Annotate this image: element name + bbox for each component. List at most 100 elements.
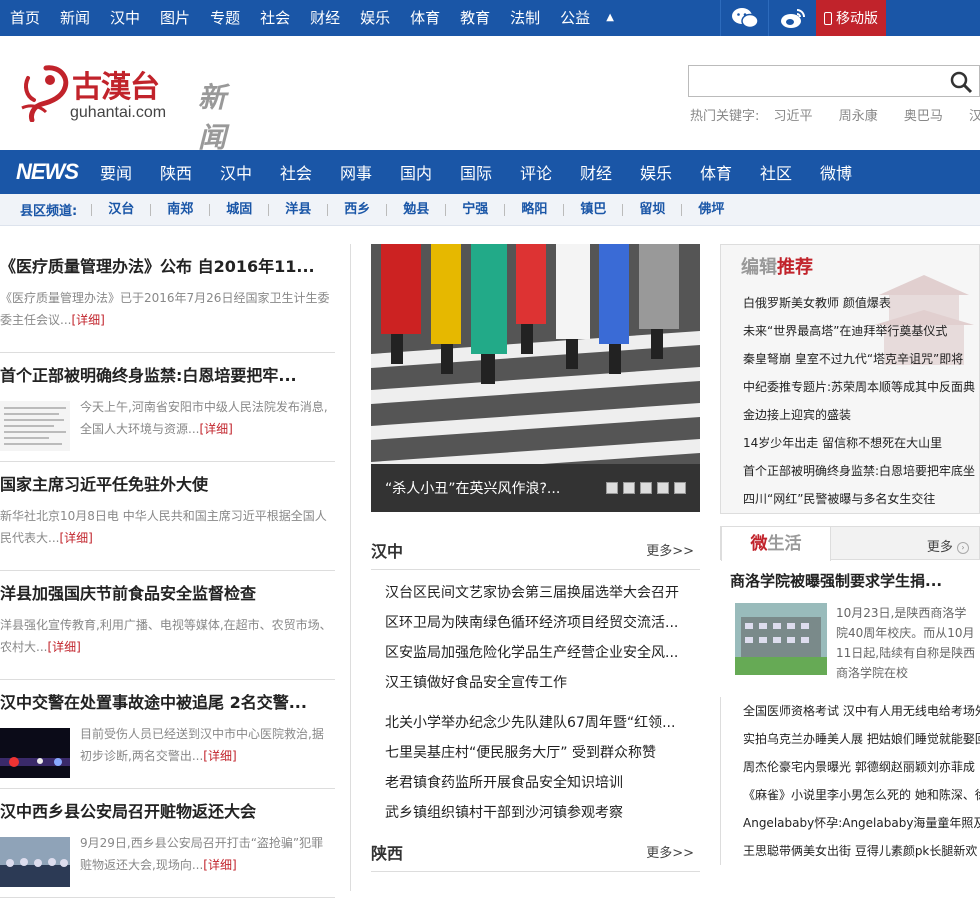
- more-link[interactable]: 更多>>: [646, 842, 694, 861]
- main-nav-item[interactable]: 社会: [266, 160, 326, 184]
- slide-dot[interactable]: [623, 482, 635, 494]
- main-nav-item[interactable]: 陕西: [146, 160, 206, 184]
- detail-link[interactable]: [详细]: [203, 858, 236, 872]
- article-thumbnail[interactable]: [0, 728, 70, 778]
- list-item[interactable]: 北关小学举办纪念少先队建队67周年暨“红领...: [385, 708, 700, 738]
- list-item[interactable]: 区安监局加强危险化学品生产经营企业安全风...: [385, 638, 700, 668]
- slideshow-caption[interactable]: “杀人小丑”在英兴风作浪?...: [371, 464, 700, 512]
- list-item[interactable]: 周杰伦豪宅内景曝光 郭德纲赵丽颖刘亦菲成: [743, 753, 980, 781]
- section-title[interactable]: 汉中: [371, 538, 403, 562]
- caret-up-icon[interactable]: ▲: [600, 0, 620, 36]
- top-nav-item[interactable]: 体育: [400, 0, 450, 36]
- list-item[interactable]: 中纪委推专题片:苏荣周本顺等成其中反面典: [743, 373, 975, 401]
- list-item[interactable]: 14岁少年出走 留信称不想死在大山里: [743, 429, 975, 457]
- county-nav-item[interactable]: 镇巴: [563, 203, 622, 216]
- list-item[interactable]: 《麻雀》小说里李小男怎么死的 她和陈深、徐: [743, 781, 980, 809]
- slide-dot[interactable]: [606, 482, 618, 494]
- county-nav-item[interactable]: 略阳: [504, 203, 563, 216]
- list-item[interactable]: 实拍乌克兰办睡美人展 把姑娘们睡觉就能娶回: [743, 725, 980, 753]
- top-nav-item[interactable]: 专题: [200, 0, 250, 36]
- slide-dot[interactable]: [640, 482, 652, 494]
- list-item[interactable]: 白俄罗斯美女教师 颜值爆表: [743, 289, 975, 317]
- article-title[interactable]: 洋县加强国庆节前食品安全监督检查: [0, 583, 335, 605]
- main-nav-item[interactable]: 财经: [566, 160, 626, 184]
- hot-keyword[interactable]: 习近平: [774, 109, 813, 124]
- micro-life-tab[interactable]: 微生活: [721, 526, 831, 561]
- search-icon[interactable]: [949, 70, 973, 94]
- main-nav-item[interactable]: 娱乐: [626, 160, 686, 184]
- county-nav-item[interactable]: 洋县: [268, 203, 327, 216]
- top-nav-item[interactable]: 社会: [250, 0, 300, 36]
- list-item[interactable]: Angelababy怀孕:Angelababy海量童年照及少: [743, 809, 980, 837]
- top-nav-item[interactable]: 首页: [0, 0, 50, 36]
- section-title[interactable]: 陕西: [371, 840, 403, 864]
- county-nav-item[interactable]: 佛坪: [681, 203, 740, 216]
- county-nav-item[interactable]: 汉台: [91, 203, 150, 216]
- main-nav-item[interactable]: 汉中: [206, 160, 266, 184]
- top-nav-item[interactable]: 图片: [150, 0, 200, 36]
- main-nav-item[interactable]: 社区: [746, 160, 806, 184]
- hot-keyword[interactable]: 汉台: [969, 109, 980, 124]
- mobile-version-button[interactable]: 移动版: [816, 0, 886, 36]
- top-nav-item[interactable]: 汉中: [100, 0, 150, 36]
- main-nav-item[interactable]: 体育: [686, 160, 746, 184]
- micro-life-headline[interactable]: 商洛学院被曝强制要求学生捐...: [720, 570, 980, 591]
- list-item[interactable]: 王思聪带俩美女出街 豆得儿素颜pk长腿新欢: [743, 837, 980, 865]
- main-nav-item[interactable]: 网事: [326, 160, 386, 184]
- list-item[interactable]: 未来“世界最高塔”在迪拜举行奠基仪式: [743, 317, 975, 345]
- county-nav-item[interactable]: 城固: [209, 203, 268, 216]
- detail-link[interactable]: [详细]: [59, 531, 92, 545]
- list-item[interactable]: 秦皇弩崩 皇室不过九代“塔克辛诅咒”即将: [743, 345, 975, 373]
- list-item[interactable]: 区环卫局为陕南绿色循环经济项目经贸交流活...: [385, 608, 700, 638]
- top-nav-item[interactable]: 法制: [500, 0, 550, 36]
- article-title[interactable]: 汉中交警在处置事故途中被追尾 2名交警...: [0, 692, 335, 714]
- article-title[interactable]: 《医疗质量管理办法》公布 自2016年11...: [0, 256, 335, 278]
- article-thumbnail[interactable]: [0, 837, 70, 887]
- more-link[interactable]: 更多 ›: [927, 536, 969, 555]
- main-nav-item[interactable]: 微博: [806, 160, 866, 184]
- county-nav-item[interactable]: 留坝: [622, 203, 681, 216]
- county-nav-item[interactable]: 西乡: [327, 203, 386, 216]
- article-title[interactable]: 国家主席习近平任免驻外大使: [0, 474, 335, 496]
- top-nav-item[interactable]: 教育: [450, 0, 500, 36]
- list-item[interactable]: 全国医师资格考试 汉中有人用无线电给考场外: [743, 697, 980, 725]
- list-item[interactable]: 七里吴基庄村“便民服务大厅” 受到群众称赞: [385, 738, 700, 768]
- county-nav-item[interactable]: 勉县: [386, 203, 445, 216]
- more-link[interactable]: 更多>>: [646, 540, 694, 559]
- top-nav-item[interactable]: 财经: [300, 0, 350, 36]
- detail-link[interactable]: [详细]: [71, 313, 104, 327]
- main-nav-item[interactable]: 要闻: [86, 160, 146, 184]
- search-input[interactable]: [689, 66, 939, 96]
- list-item[interactable]: 金边接上迎宾的盛装: [743, 401, 975, 429]
- list-item[interactable]: 四川“网红”民警被曝与多名女生交往: [743, 485, 975, 513]
- feature-thumbnail[interactable]: [735, 603, 827, 675]
- top-nav-item[interactable]: 娱乐: [350, 0, 400, 36]
- article-title[interactable]: 首个正部被明确终身监禁:白恩培要把牢...: [0, 365, 335, 387]
- list-item[interactable]: 汉王镇做好食品安全宣传工作: [385, 668, 700, 698]
- county-nav-item[interactable]: 宁强: [445, 203, 504, 216]
- article-title[interactable]: 汉中西乡县公安局召开赃物返还大会: [0, 801, 335, 823]
- weibo-icon[interactable]: [768, 0, 816, 36]
- detail-link[interactable]: [详细]: [199, 422, 232, 436]
- main-nav-item[interactable]: 国内: [386, 160, 446, 184]
- news-brand[interactable]: NEWS: [16, 159, 79, 185]
- list-item[interactable]: 汉台区民间文艺家协会第三届换届选举大会召开: [385, 578, 700, 608]
- list-item[interactable]: 首个正部被明确终身监禁:白恩培要把牢底坐: [743, 457, 975, 485]
- hot-keyword[interactable]: 周永康: [839, 109, 878, 124]
- county-nav-item[interactable]: 南郑: [150, 203, 209, 216]
- hot-keyword[interactable]: 奥巴马: [904, 109, 943, 124]
- top-nav-item[interactable]: 新闻: [50, 0, 100, 36]
- top-nav-item[interactable]: 公益: [550, 0, 600, 36]
- list-item[interactable]: 老君镇食药监所开展食品安全知识培训: [385, 768, 700, 798]
- slideshow-image[interactable]: [371, 244, 700, 464]
- slide-dot[interactable]: [674, 482, 686, 494]
- site-logo[interactable]: 古漢台 guhantai.com 新闻: [20, 62, 226, 153]
- list-item[interactable]: 武乡镇组织镇村干部到沙河镇参观考察: [385, 798, 700, 828]
- wechat-icon[interactable]: [720, 0, 768, 36]
- article-thumbnail[interactable]: [0, 401, 70, 451]
- main-nav-item[interactable]: 国际: [446, 160, 506, 184]
- main-nav-item[interactable]: 评论: [506, 160, 566, 184]
- detail-link[interactable]: [详细]: [47, 640, 80, 654]
- detail-link[interactable]: [详细]: [203, 749, 236, 763]
- slide-dot[interactable]: [657, 482, 669, 494]
